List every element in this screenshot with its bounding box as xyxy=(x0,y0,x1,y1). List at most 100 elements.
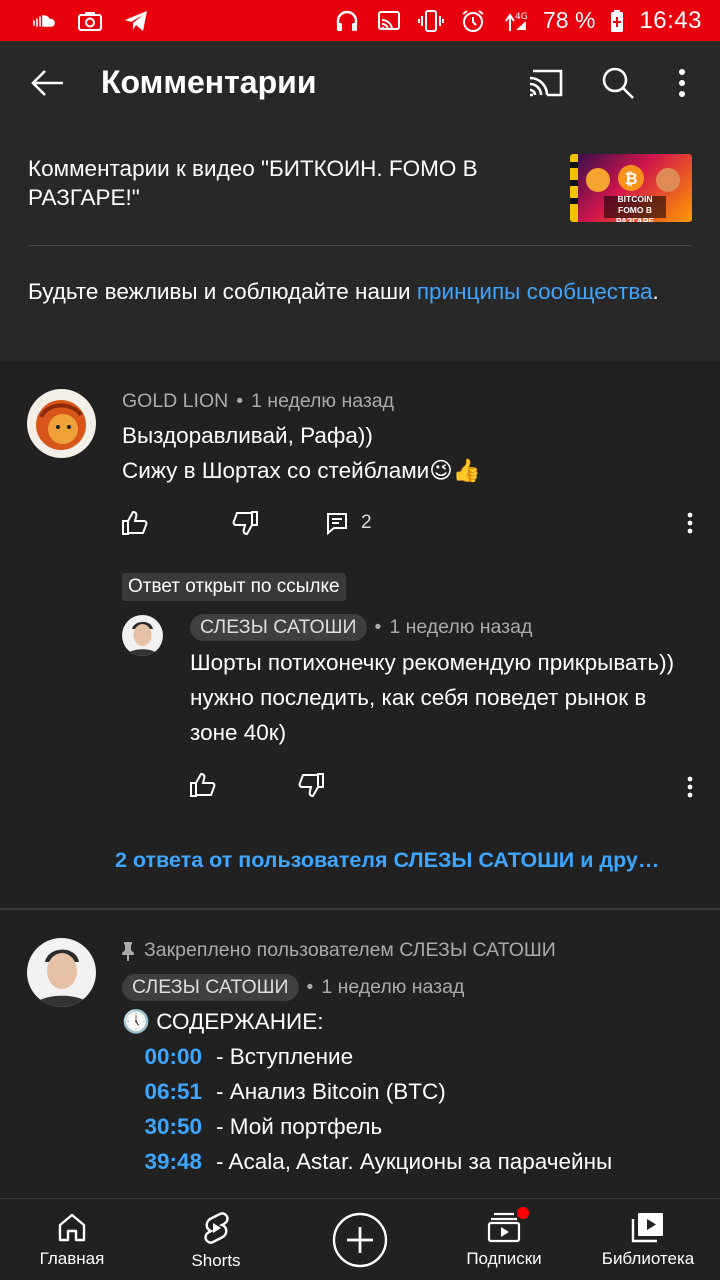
rules-text: Будьте вежливы и соблюдайте наши xyxy=(28,279,417,304)
nav-label: Подписки xyxy=(466,1249,542,1268)
divider xyxy=(28,245,692,246)
timestamp-link[interactable]: 06:51 xyxy=(122,1074,202,1109)
telegram-icon xyxy=(122,9,150,33)
video-title: Комментарии к видео "БИТКОИН. FOMO В РАЗ… xyxy=(28,156,478,210)
more-options-button[interactable] xyxy=(654,55,710,111)
svg-text:₿: ₿ xyxy=(624,169,637,188)
reply-button[interactable] xyxy=(317,503,357,543)
svg-text:4G: 4G xyxy=(515,12,528,22)
timestamp-link[interactable]: 30:50 xyxy=(122,1109,202,1144)
search-button[interactable] xyxy=(582,55,654,111)
avatar[interactable] xyxy=(27,389,96,458)
pinned-label: Закреплено пользователем СЛЕЗЫ САТОШИ xyxy=(120,939,556,962)
comment-text: Выздоравливай, Рафа)) Сижу в Шортах со с… xyxy=(122,418,682,488)
nav-library[interactable]: Библиотека xyxy=(576,1199,720,1280)
reply-text: Шорты потихонечку рекомендую прикрывать)… xyxy=(190,650,675,745)
soundcloud-icon xyxy=(30,9,58,33)
reply-time: 1 неделю назад xyxy=(389,616,533,638)
new-content-dot xyxy=(517,1207,529,1219)
nav-subscriptions[interactable]: Подписки xyxy=(432,1199,576,1280)
home-icon xyxy=(58,1213,86,1242)
search-icon xyxy=(602,67,634,99)
thumbnail-text: BITCOIN FOMO В РАЗГАРЕ xyxy=(615,194,655,222)
cast-icon xyxy=(375,9,403,33)
create-icon xyxy=(332,1212,388,1267)
timestamp-row: 06:51 - Анализ Bitcoin (BTC) xyxy=(122,1074,612,1109)
pinned-heading: 🕔 СОДЕРЖАНИЕ: xyxy=(122,1009,324,1034)
comment-author[interactable]: GOLD LION xyxy=(122,390,228,413)
alarm-icon xyxy=(459,9,487,33)
view-replies-link[interactable]: 2 ответа от пользователя СЛЕЗЫ САТОШИ и … xyxy=(115,848,659,873)
reply-meta: СЛЕЗЫ САТОШИ • 1 неделю назад xyxy=(190,614,532,641)
pin-icon xyxy=(122,941,134,961)
timestamp-label: - Acala, Astar. Аукционы за парачейны xyxy=(216,1149,613,1174)
headphones-icon xyxy=(333,9,361,33)
timestamp-row: 30:50 - Мой портфель xyxy=(122,1109,612,1144)
nav-label: Shorts xyxy=(191,1251,241,1270)
nav-shorts[interactable]: Shorts xyxy=(144,1199,288,1280)
thumb-up-icon xyxy=(122,510,148,535)
comment-line: Сижу в Шортах со стейблами😉👍 xyxy=(122,458,481,483)
timestamp-label: - Мой портфель xyxy=(216,1114,383,1139)
thumb-down-icon xyxy=(232,511,258,536)
dislike-button[interactable] xyxy=(225,503,265,543)
library-icon xyxy=(631,1213,663,1243)
video-thumbnail[interactable]: ₿ BITCOIN FOMO В РАЗГАРЕ xyxy=(570,154,692,222)
nav-create[interactable] xyxy=(288,1199,432,1280)
signal-4g-icon: 4G xyxy=(501,9,529,33)
dislike-button[interactable] xyxy=(291,765,331,805)
rules-suffix: . xyxy=(652,279,659,304)
clock: 16:43 xyxy=(639,6,702,34)
community-rules: Будьте вежливы и соблюдайте наши принцип… xyxy=(28,277,688,306)
community-guidelines-link[interactable]: принципы сообщества xyxy=(417,279,653,304)
thumb-down-icon xyxy=(298,773,324,798)
battery-charging-icon xyxy=(609,9,625,33)
page-title: Комментарии xyxy=(101,64,317,100)
meta-dot: • xyxy=(374,616,382,638)
timestamp-label: - Вступление xyxy=(216,1044,354,1069)
cast-button[interactable] xyxy=(510,55,582,111)
comment-more-button[interactable] xyxy=(675,503,705,543)
timestamp-label: - Анализ Bitcoin (BTC) xyxy=(216,1079,446,1104)
meta-dot: • xyxy=(236,390,244,412)
pinned-text: Закреплено пользователем СЛЕЗЫ САТОШИ xyxy=(144,939,556,961)
comments-header: Комментарии к видео "БИТКОИН. FOMO В РАЗ… xyxy=(0,124,720,361)
reply-more-button[interactable] xyxy=(675,767,705,807)
battery-percent: 78 % xyxy=(543,7,596,33)
nav-label: Главная xyxy=(39,1249,105,1268)
like-button[interactable] xyxy=(183,765,223,805)
vibrate-icon xyxy=(417,9,445,33)
more-vert-icon xyxy=(679,68,685,97)
avatar[interactable] xyxy=(122,615,163,656)
bottom-navigation: Главная Shorts Подписки Библиотека xyxy=(0,1198,720,1280)
reply-icon xyxy=(327,513,347,535)
comment-meta: GOLD LION • 1 неделю назад xyxy=(122,390,394,413)
pinned-time: 1 неделю назад xyxy=(321,976,465,998)
status-bar: 4G 78 % 16:43 xyxy=(0,0,720,41)
camera-icon xyxy=(76,9,104,33)
timestamp-link[interactable]: 00:00 xyxy=(122,1039,202,1074)
top-app-bar: Комментарии xyxy=(0,41,720,124)
back-button[interactable] xyxy=(20,55,76,111)
thumb-up-icon xyxy=(190,772,216,797)
more-vert-icon xyxy=(687,512,693,534)
nav-home[interactable]: Главная xyxy=(0,1199,144,1280)
comment-actions: 2 xyxy=(115,503,372,543)
shorts-icon xyxy=(204,1212,229,1244)
like-button[interactable] xyxy=(115,503,155,543)
comment-time: 1 неделю назад xyxy=(251,390,395,412)
back-arrow-icon xyxy=(31,69,63,96)
thread-separator xyxy=(0,908,720,910)
comment-line: Выздоравливай, Рафа)) xyxy=(122,423,373,448)
timestamp-row: 39:48 - Acala, Astar. Аукционы за параче… xyxy=(122,1144,612,1179)
author-chip[interactable]: СЛЕЗЫ САТОШИ xyxy=(190,614,367,641)
nav-label: Библиотека xyxy=(601,1249,695,1268)
avatar[interactable] xyxy=(27,938,96,1007)
author-chip[interactable]: СЛЕЗЫ САТОШИ xyxy=(122,974,299,1001)
reply-count: 2 xyxy=(361,512,372,533)
timestamp-link[interactable]: 39:48 xyxy=(122,1144,202,1179)
subscriptions-icon xyxy=(487,1212,521,1243)
linked-reply-badge: Ответ открыт по ссылке xyxy=(122,573,346,601)
more-vert-icon xyxy=(687,776,693,798)
meta-dot: • xyxy=(306,976,314,998)
